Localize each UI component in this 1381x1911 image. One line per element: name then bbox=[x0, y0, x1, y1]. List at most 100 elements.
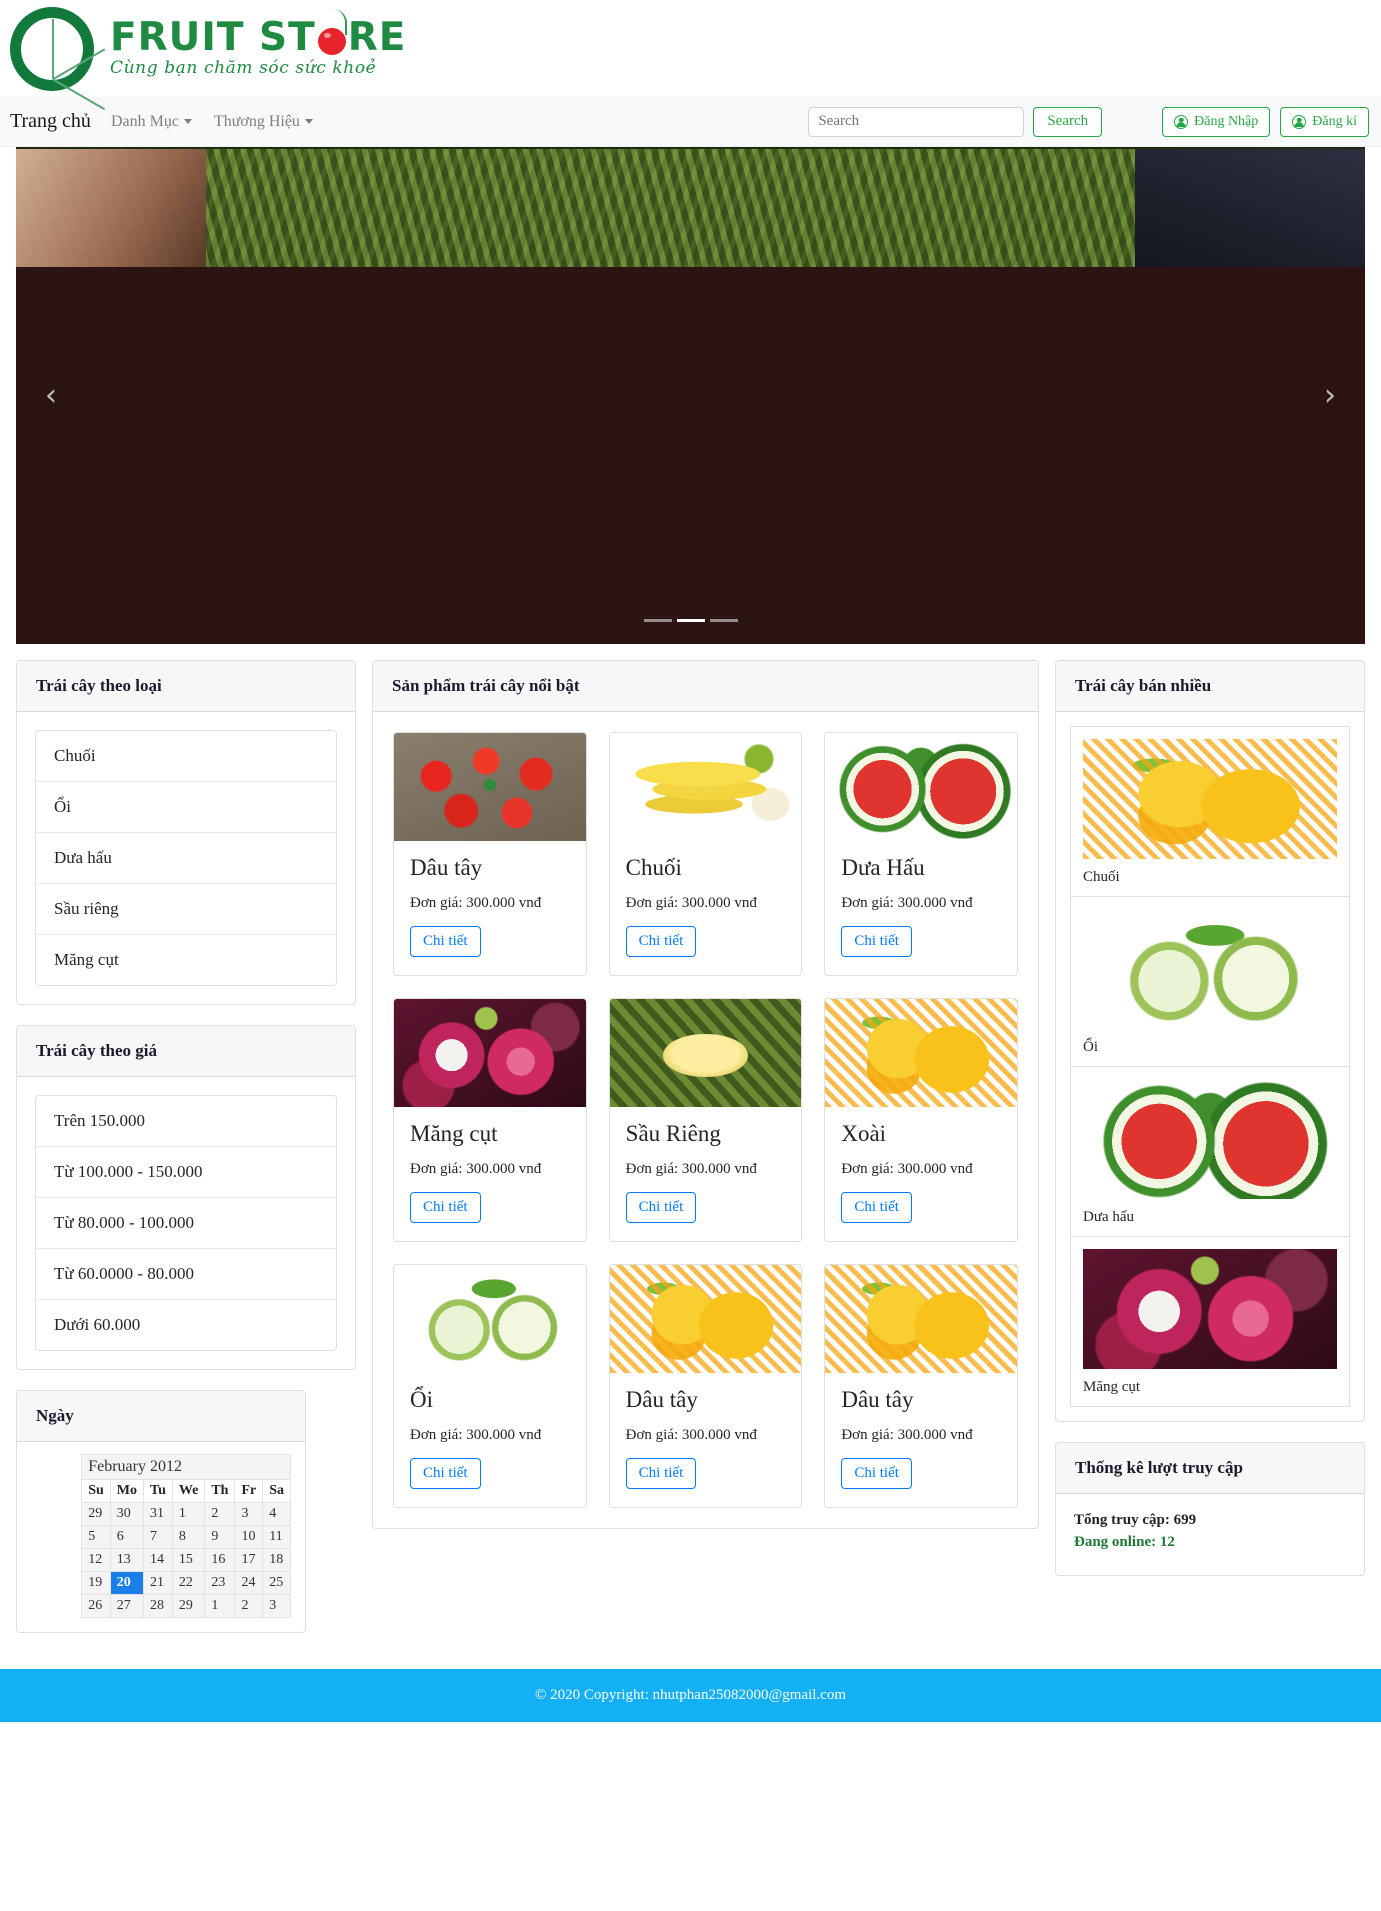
calendar-day[interactable]: 23 bbox=[204, 1571, 236, 1595]
featured-products-title: Sản phẩm trái cây nổi bật bbox=[373, 661, 1038, 712]
category-item-mang-cut[interactable]: Măng cụt bbox=[36, 935, 336, 985]
product-detail-button[interactable]: Chi tiết bbox=[625, 926, 697, 957]
price-filter-panel: Trái cây theo giá Trên 150.000 Từ 100.00… bbox=[16, 1025, 356, 1370]
category-item-oi[interactable]: Ổi bbox=[36, 782, 336, 833]
product-card[interactable]: Măng cụt Đơn giá: 300.000 vnđ Chi tiết bbox=[393, 998, 587, 1242]
product-card[interactable]: Dâu tây Đơn giá: 300.000 vnđ Chi tiết bbox=[608, 1264, 803, 1508]
search-button[interactable]: Search bbox=[1033, 106, 1103, 137]
calendar-day[interactable]: 6 bbox=[109, 1525, 145, 1549]
product-detail-button[interactable]: Chi tiết bbox=[410, 1458, 481, 1489]
product-image-mango bbox=[825, 1265, 1017, 1373]
nav-item-thuong-hieu[interactable]: Thương Hiệu bbox=[214, 113, 313, 131]
nav-home-link[interactable]: Trang chủ bbox=[10, 110, 91, 133]
price-item-0[interactable]: Trên 150.000 bbox=[36, 1096, 336, 1147]
register-button[interactable]: Đăng kí bbox=[1280, 106, 1369, 137]
calendar-day[interactable]: 25 bbox=[262, 1571, 291, 1595]
calendar-day[interactable]: 24 bbox=[234, 1571, 264, 1595]
calendar-day[interactable]: 5 bbox=[81, 1525, 111, 1549]
product-card[interactable]: Sầu Riêng Đơn giá: 300.000 vnđ Chi tiết bbox=[608, 998, 803, 1242]
category-item-sau-rieng[interactable]: Sầu riêng bbox=[36, 884, 336, 935]
calendar-day[interactable]: 26 bbox=[81, 1594, 111, 1618]
product-detail-button[interactable]: Chi tiết bbox=[410, 1192, 481, 1223]
product-card[interactable]: Chuối Đơn giá: 300.000 vnđ Chi tiết bbox=[608, 732, 803, 976]
bestseller-item[interactable]: Dưa hấu bbox=[1070, 1066, 1350, 1236]
login-button[interactable]: Đăng Nhập bbox=[1162, 106, 1271, 137]
calendar-table[interactable]: February 2012 Su Mo Tu We Th Fr Sa 29 30… bbox=[81, 1454, 291, 1618]
calendar-day[interactable]: 12 bbox=[81, 1548, 111, 1572]
calendar-day[interactable]: 19 bbox=[81, 1571, 111, 1595]
carousel-slide-durian-image bbox=[16, 147, 1365, 267]
bestsellers-list: Chuối Ổi Dưa hấu Măng cụt bbox=[1056, 712, 1364, 1421]
calendar-day[interactable]: 28 bbox=[143, 1594, 173, 1618]
hero-carousel[interactable]: ‹ › bbox=[16, 147, 1365, 644]
calendar-day[interactable]: 17 bbox=[234, 1548, 264, 1572]
price-item-4[interactable]: Dưới 60.000 bbox=[36, 1300, 336, 1350]
product-detail-button[interactable]: Chi tiết bbox=[625, 1192, 697, 1223]
calendar-day[interactable]: 1 bbox=[204, 1594, 236, 1618]
carousel-prev-icon[interactable]: ‹ bbox=[16, 147, 86, 644]
calendar-day[interactable]: 22 bbox=[171, 1571, 206, 1595]
carousel-indicator-2[interactable] bbox=[709, 619, 738, 622]
product-card[interactable]: Dâu tây Đơn giá: 300.000 vnđ Chi tiết bbox=[393, 732, 587, 976]
product-image-mango bbox=[609, 1265, 802, 1373]
search-input[interactable] bbox=[808, 106, 1025, 137]
carousel-indicator-1[interactable] bbox=[676, 619, 705, 622]
calendar-day[interactable]: 2 bbox=[234, 1594, 264, 1618]
price-item-1[interactable]: Từ 100.000 - 150.000 bbox=[36, 1147, 336, 1198]
calendar-day[interactable]: 13 bbox=[109, 1548, 145, 1572]
calendar-day[interactable]: 29 bbox=[81, 1502, 111, 1526]
nav-item-thuong-hieu-label: Thương Hiệu bbox=[213, 112, 300, 130]
product-card[interactable]: Xoài Đơn giá: 300.000 vnđ Chi tiết bbox=[824, 998, 1018, 1242]
product-card[interactable]: Ổi Đơn giá: 300.000 vnđ Chi tiết bbox=[393, 1264, 587, 1508]
calendar-day[interactable]: 14 bbox=[143, 1548, 173, 1572]
calendar-day[interactable]: 11 bbox=[262, 1525, 291, 1549]
product-detail-button[interactable]: Chi tiết bbox=[410, 926, 481, 957]
calendar-day[interactable]: 29 bbox=[171, 1594, 206, 1618]
bestseller-name: Dưa hấu bbox=[1083, 1209, 1135, 1225]
calendar-day[interactable]: 27 bbox=[109, 1594, 145, 1618]
category-item-dua-hau[interactable]: Dưa hấu bbox=[36, 833, 336, 884]
calendar-day[interactable]: 7 bbox=[143, 1525, 173, 1549]
price-item-2[interactable]: Từ 80.000 - 100.000 bbox=[36, 1198, 336, 1249]
bestsellers-panel: Trái cây bán nhiều Chuối Ổi Dưa hấu Măng… bbox=[1055, 660, 1365, 1422]
calendar-panel-title: Ngày bbox=[17, 1391, 305, 1442]
product-detail-button[interactable]: Chi tiết bbox=[625, 1458, 697, 1489]
bestseller-item[interactable]: Măng cụt bbox=[1070, 1236, 1350, 1407]
product-card[interactable]: Dâu tây Đơn giá: 300.000 vnđ Chi tiết bbox=[824, 1264, 1018, 1508]
product-detail-button[interactable]: Chi tiết bbox=[841, 1458, 912, 1489]
carousel-next-icon[interactable]: › bbox=[1295, 147, 1365, 644]
price-filter-panel-body: Trên 150.000 Từ 100.000 - 150.000 Từ 80.… bbox=[17, 1077, 355, 1369]
bestseller-image-mango bbox=[1083, 739, 1337, 859]
calendar-day[interactable]: 1 bbox=[171, 1502, 206, 1526]
calendar-day[interactable]: 15 bbox=[171, 1548, 206, 1572]
product-price: Đơn giá: 300.000 vnđ bbox=[410, 895, 542, 911]
calendar-day[interactable]: 30 bbox=[109, 1502, 145, 1526]
calendar-day[interactable]: 21 bbox=[143, 1571, 173, 1595]
calendar-day[interactable]: 31 bbox=[143, 1502, 173, 1526]
calendar-day[interactable]: 4 bbox=[262, 1502, 291, 1526]
calendar-day[interactable]: 8 bbox=[171, 1525, 206, 1549]
calendar-day[interactable]: 10 bbox=[234, 1525, 264, 1549]
category-item-chuoi[interactable]: Chuối bbox=[36, 731, 336, 782]
calendar-day[interactable]: 2 bbox=[204, 1502, 236, 1526]
user-icon bbox=[1292, 114, 1307, 129]
price-item-3[interactable]: Từ 60.0000 - 80.000 bbox=[36, 1249, 336, 1300]
product-detail-button[interactable]: Chi tiết bbox=[841, 1192, 912, 1223]
price-filter-panel-title: Trái cây theo giá bbox=[17, 1026, 355, 1077]
product-detail-button[interactable]: Chi tiết bbox=[841, 926, 912, 957]
calendar-day[interactable]: 18 bbox=[262, 1548, 291, 1572]
product-card[interactable]: Dưa Hấu Đơn giá: 300.000 vnđ Chi tiết bbox=[824, 732, 1018, 976]
product-name: Măng cụt bbox=[410, 1121, 498, 1146]
calendar-day[interactable]: 16 bbox=[204, 1548, 236, 1572]
bestseller-item[interactable]: Chuối bbox=[1070, 726, 1350, 896]
carousel-indicator-0[interactable] bbox=[643, 619, 672, 622]
calendar-day[interactable]: 3 bbox=[234, 1502, 264, 1526]
calendar-day-selected[interactable]: 20 bbox=[109, 1571, 145, 1595]
nav-item-danh-muc[interactable]: Danh Mục bbox=[111, 113, 192, 131]
product-price: Đơn giá: 300.000 vnđ bbox=[625, 895, 757, 911]
calendar-day[interactable]: 9 bbox=[204, 1525, 236, 1549]
brand-text: FRUIT ST RE Cùng bạn chăm sóc sức khoẻ bbox=[110, 8, 406, 80]
calendar-panel: Ngày February 2012 Su Mo Tu We Th Fr Sa … bbox=[16, 1390, 306, 1633]
calendar-day[interactable]: 3 bbox=[262, 1594, 291, 1618]
bestseller-item[interactable]: Ổi bbox=[1070, 896, 1350, 1066]
